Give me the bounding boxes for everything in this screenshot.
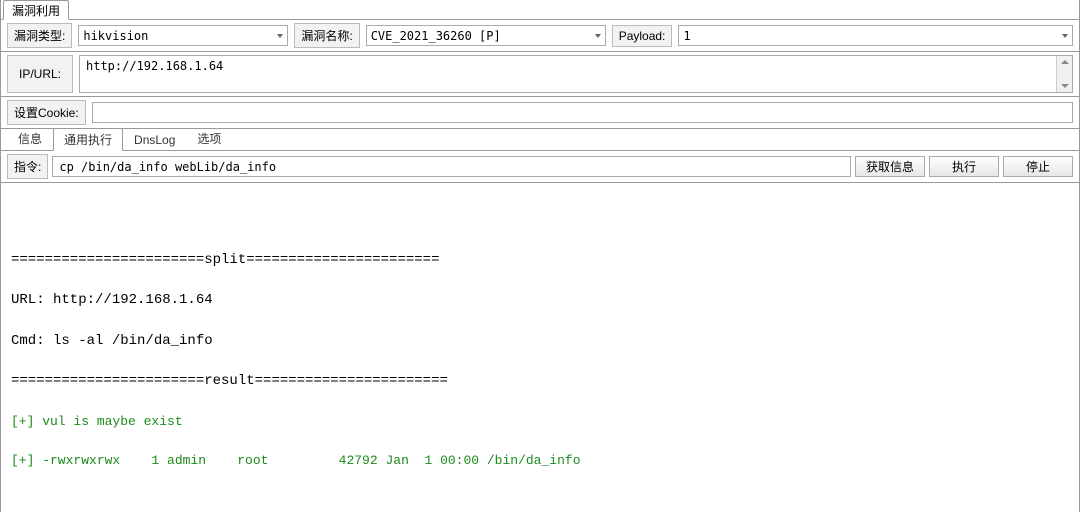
- command-input[interactable]: cp /bin/da_info webLib/da_info: [52, 156, 851, 177]
- ip-row: IP/URL: http://192.168.1.64: [1, 52, 1079, 97]
- vuln-name-label: 漏洞名称:: [294, 23, 359, 48]
- get-info-button[interactable]: 获取信息: [855, 156, 925, 177]
- tab-exploit-label: 漏洞利用: [12, 4, 60, 18]
- vuln-name-value: CVE_2021_36260 [P]: [371, 29, 501, 43]
- command-value: cp /bin/da_info webLib/da_info: [59, 160, 276, 174]
- output-line: =======================result===========…: [11, 371, 1069, 392]
- sub-tab-strip: 信息 通用执行 DnsLog 选项: [1, 129, 1079, 151]
- stop-button-label: 停止: [1026, 158, 1050, 175]
- chevron-down-icon: [277, 34, 283, 38]
- ip-label: IP/URL:: [7, 55, 73, 93]
- execute-button[interactable]: 执行: [929, 156, 999, 177]
- output-line: [11, 211, 1069, 231]
- cookie-input[interactable]: [92, 102, 1073, 123]
- cookie-label: 设置Cookie:: [7, 100, 86, 125]
- ip-value: http://192.168.1.64: [86, 59, 223, 73]
- tab-info-label: 信息: [18, 132, 42, 146]
- chevron-down-icon: [595, 34, 601, 38]
- get-info-button-label: 获取信息: [866, 158, 914, 175]
- app-window: 漏洞利用 漏洞类型: hikvision 漏洞名称: CVE_2021_3626…: [0, 0, 1080, 512]
- output-line: =======================split============…: [11, 250, 1069, 271]
- output-line: [11, 490, 1069, 510]
- top-tab-strip: 漏洞利用: [1, 0, 1079, 20]
- output-pane[interactable]: =======================split============…: [1, 183, 1079, 512]
- payload-label: Payload:: [612, 25, 673, 47]
- execute-button-label: 执行: [952, 158, 976, 175]
- stop-button[interactable]: 停止: [1003, 156, 1073, 177]
- command-row: 指令: cp /bin/da_info webLib/da_info 获取信息 …: [1, 151, 1079, 183]
- tab-general-exec-label: 通用执行: [64, 133, 112, 147]
- output-line: URL: http://192.168.1.64: [11, 290, 1069, 311]
- config-row: 漏洞类型: hikvision 漏洞名称: CVE_2021_36260 [P]…: [1, 20, 1079, 52]
- ip-input[interactable]: http://192.168.1.64: [79, 55, 1073, 93]
- tab-options-label: 选项: [197, 132, 221, 146]
- vuln-name-combo[interactable]: CVE_2021_36260 [P]: [366, 25, 606, 46]
- output-line: Cmd: ls -al /bin/da_info: [11, 331, 1069, 352]
- scrollbar[interactable]: [1056, 56, 1072, 92]
- output-line-success: [+] -rwxrwxrwx 1 admin root 42792 Jan 1 …: [11, 451, 1069, 471]
- tab-info[interactable]: 信息: [7, 127, 53, 150]
- tab-dnslog-label: DnsLog: [134, 133, 175, 147]
- payload-combo[interactable]: 1: [678, 25, 1073, 46]
- vuln-type-value: hikvision: [83, 29, 148, 43]
- tab-options[interactable]: 选项: [186, 127, 232, 150]
- tab-exploit[interactable]: 漏洞利用: [3, 0, 69, 20]
- vuln-type-label: 漏洞类型:: [7, 23, 72, 48]
- chevron-down-icon: [1062, 34, 1068, 38]
- output-line-success: [+] vul is maybe exist: [11, 412, 1069, 432]
- payload-value: 1: [683, 29, 690, 43]
- command-label: 指令:: [7, 154, 48, 179]
- tab-general-exec[interactable]: 通用执行: [53, 128, 123, 151]
- tab-dnslog[interactable]: DnsLog: [123, 130, 186, 150]
- cookie-row: 设置Cookie:: [1, 97, 1079, 129]
- vuln-type-combo[interactable]: hikvision: [78, 25, 288, 46]
